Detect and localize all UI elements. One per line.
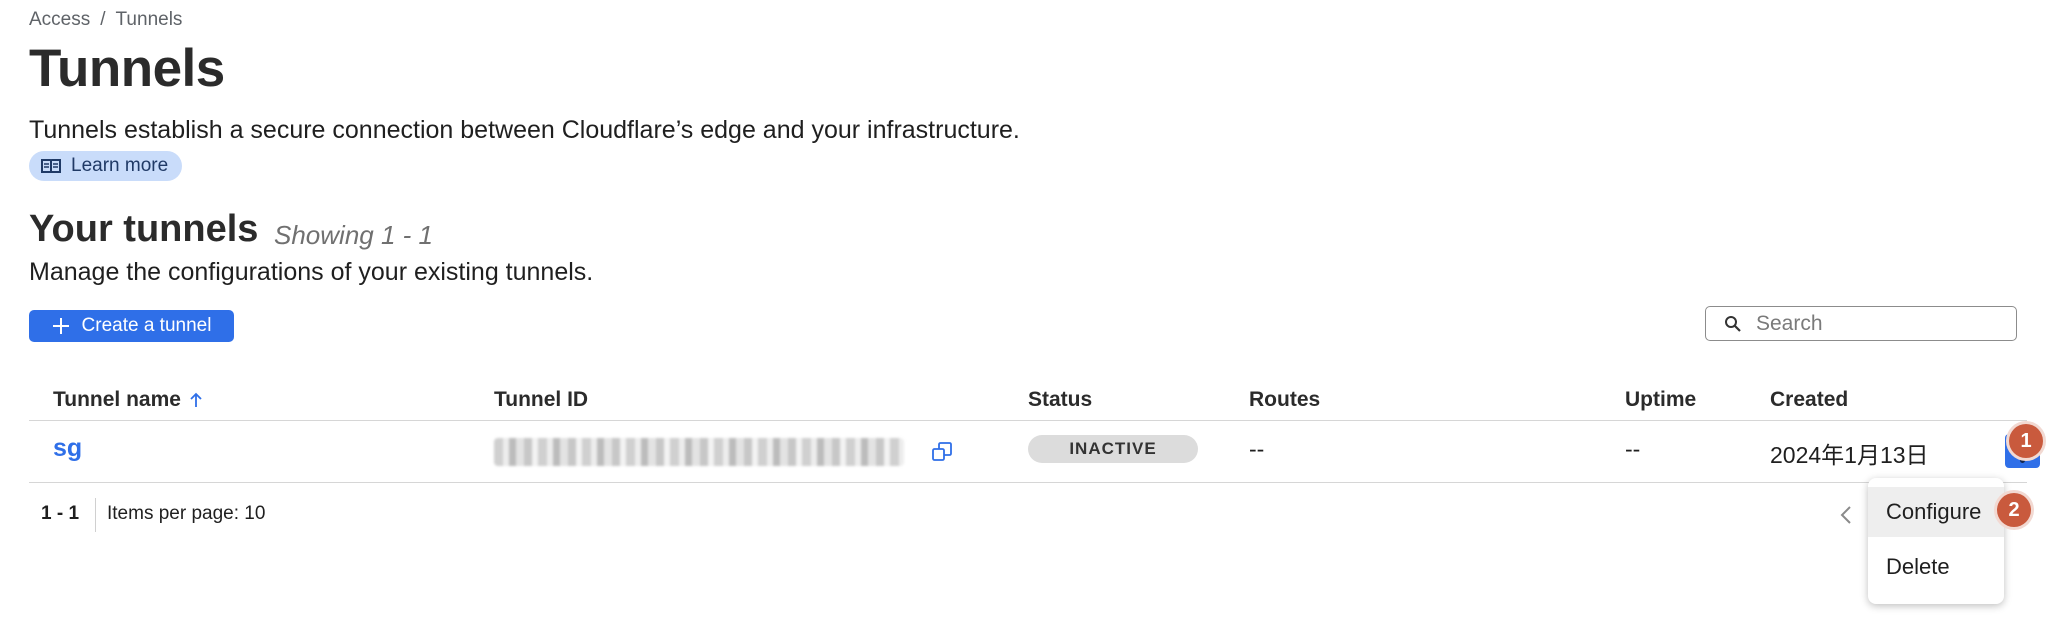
status-badge: INACTIVE — [1028, 435, 1198, 463]
column-label-tunnel-name: Tunnel name — [53, 388, 181, 411]
pagination-range: 1 - 1 — [41, 503, 80, 524]
create-tunnel-label: Create a tunnel — [81, 315, 212, 336]
kebab-menu-icon — [2020, 457, 2025, 463]
learn-more-label: Learn more — [71, 155, 169, 176]
plus-icon — [52, 318, 69, 334]
search-input[interactable] — [1754, 310, 2008, 337]
copy-icon[interactable] — [930, 440, 954, 464]
column-header-status: Status — [1028, 388, 1093, 411]
annotation-marker-1: 1 — [2009, 424, 2043, 458]
column-header-uptime: Uptime — [1625, 388, 1697, 411]
table-row-divider — [29, 482, 2027, 483]
create-tunnel-button[interactable]: Create a tunnel — [29, 310, 234, 342]
breadcrumb-separator: / — [100, 9, 106, 30]
column-header-tunnel-id: Tunnel ID — [494, 388, 589, 411]
search-icon — [1725, 315, 1741, 332]
breadcrumb-access[interactable]: Access — [29, 9, 90, 31]
table-header-divider — [29, 420, 2027, 421]
section-title: Your tunnels — [29, 208, 259, 250]
column-header-tunnel-name[interactable]: Tunnel name — [53, 388, 203, 412]
column-header-routes: Routes — [1249, 388, 1321, 411]
breadcrumb-tunnels[interactable]: Tunnels — [116, 9, 183, 31]
showing-count: Showing 1 - 1 — [274, 220, 433, 250]
learn-more-button[interactable]: Learn more — [29, 151, 183, 181]
breadcrumb: Access / Tunnels — [29, 9, 182, 31]
row-actions-menu: Configure Delete — [1868, 478, 2004, 604]
created-cell: 2024年1月13日 — [1770, 442, 1929, 468]
tunnel-name-link[interactable]: sg — [53, 434, 82, 463]
menu-item-delete[interactable]: Delete — [1868, 542, 2004, 592]
routes-cell: -- — [1249, 436, 1265, 462]
pagination-divider — [95, 498, 96, 532]
arrow-up-icon — [190, 392, 202, 407]
search-box[interactable] — [1705, 306, 2017, 341]
column-header-created: Created — [1770, 388, 1849, 411]
book-icon — [41, 159, 61, 174]
tunnel-id-redacted — [494, 438, 904, 466]
menu-item-configure[interactable]: Configure — [1868, 487, 2004, 537]
chevron-left-icon[interactable] — [1836, 504, 1858, 526]
uptime-cell: -- — [1625, 436, 1641, 462]
section-description: Manage the configurations of your existi… — [29, 258, 594, 286]
page-title: Tunnels — [29, 39, 225, 98]
annotation-marker-2: 2 — [1997, 493, 2031, 527]
items-per-page[interactable]: Items per page: 10 — [107, 503, 265, 525]
page-description: Tunnels establish a secure connection be… — [29, 116, 1020, 144]
